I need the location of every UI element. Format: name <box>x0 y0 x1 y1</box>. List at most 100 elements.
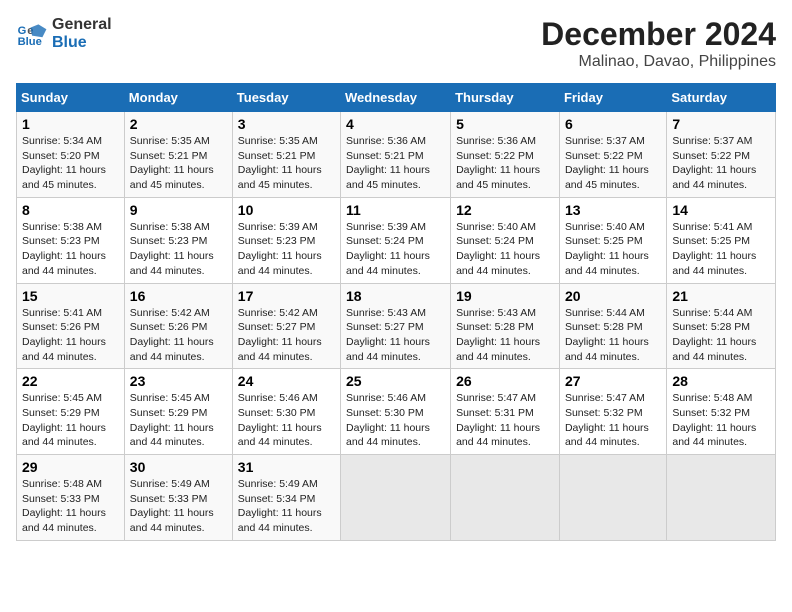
day-number: 19 <box>456 288 554 304</box>
day-info: Sunrise: 5:49 AMSunset: 5:34 PMDaylight:… <box>238 478 322 534</box>
calendar-day-cell: 13 Sunrise: 5:40 AMSunset: 5:25 PMDaylig… <box>559 197 666 283</box>
calendar-day-cell: 22 Sunrise: 5:45 AMSunset: 5:29 PMDaylig… <box>17 369 125 455</box>
day-info: Sunrise: 5:43 AMSunset: 5:27 PMDaylight:… <box>346 307 430 363</box>
calendar-day-cell: 7 Sunrise: 5:37 AMSunset: 5:22 PMDayligh… <box>667 112 776 198</box>
day-info: Sunrise: 5:45 AMSunset: 5:29 PMDaylight:… <box>130 392 214 448</box>
day-number: 21 <box>672 288 770 304</box>
day-info: Sunrise: 5:39 AMSunset: 5:24 PMDaylight:… <box>346 221 430 277</box>
calendar-day-cell: 3 Sunrise: 5:35 AMSunset: 5:21 PMDayligh… <box>232 112 340 198</box>
day-number: 27 <box>565 373 661 389</box>
column-header-tuesday: Tuesday <box>232 84 340 112</box>
day-info: Sunrise: 5:35 AMSunset: 5:21 PMDaylight:… <box>238 135 322 191</box>
day-info: Sunrise: 5:40 AMSunset: 5:25 PMDaylight:… <box>565 221 649 277</box>
location-title: Malinao, Davao, Philippines <box>541 53 776 71</box>
calendar-day-cell: 31 Sunrise: 5:49 AMSunset: 5:34 PMDaylig… <box>232 455 340 541</box>
empty-cell <box>451 455 560 541</box>
calendar-day-cell: 15 Sunrise: 5:41 AMSunset: 5:26 PMDaylig… <box>17 283 125 369</box>
day-number: 18 <box>346 288 445 304</box>
day-number: 7 <box>672 116 770 132</box>
day-info: Sunrise: 5:36 AMSunset: 5:22 PMDaylight:… <box>456 135 540 191</box>
calendar-day-cell: 4 Sunrise: 5:36 AMSunset: 5:21 PMDayligh… <box>341 112 451 198</box>
day-number: 8 <box>22 202 119 218</box>
calendar-table: SundayMondayTuesdayWednesdayThursdayFrid… <box>16 83 776 541</box>
calendar-day-cell: 2 Sunrise: 5:35 AMSunset: 5:21 PMDayligh… <box>124 112 232 198</box>
calendar-day-cell: 18 Sunrise: 5:43 AMSunset: 5:27 PMDaylig… <box>341 283 451 369</box>
day-info: Sunrise: 5:42 AMSunset: 5:26 PMDaylight:… <box>130 307 214 363</box>
day-number: 9 <box>130 202 227 218</box>
day-number: 23 <box>130 373 227 389</box>
calendar-day-cell: 16 Sunrise: 5:42 AMSunset: 5:26 PMDaylig… <box>124 283 232 369</box>
day-number: 29 <box>22 459 119 475</box>
day-number: 12 <box>456 202 554 218</box>
day-number: 30 <box>130 459 227 475</box>
day-info: Sunrise: 5:41 AMSunset: 5:26 PMDaylight:… <box>22 307 106 363</box>
day-number: 25 <box>346 373 445 389</box>
logo: G e Blue General Blue <box>16 16 112 52</box>
calendar-day-cell: 12 Sunrise: 5:40 AMSunset: 5:24 PMDaylig… <box>451 197 560 283</box>
day-info: Sunrise: 5:39 AMSunset: 5:23 PMDaylight:… <box>238 221 322 277</box>
svg-text:Blue: Blue <box>18 36 42 48</box>
day-number: 11 <box>346 202 445 218</box>
day-info: Sunrise: 5:44 AMSunset: 5:28 PMDaylight:… <box>565 307 649 363</box>
calendar-week-row: 15 Sunrise: 5:41 AMSunset: 5:26 PMDaylig… <box>17 283 776 369</box>
day-info: Sunrise: 5:43 AMSunset: 5:28 PMDaylight:… <box>456 307 540 363</box>
calendar-day-cell: 23 Sunrise: 5:45 AMSunset: 5:29 PMDaylig… <box>124 369 232 455</box>
calendar-week-row: 29 Sunrise: 5:48 AMSunset: 5:33 PMDaylig… <box>17 455 776 541</box>
day-info: Sunrise: 5:38 AMSunset: 5:23 PMDaylight:… <box>130 221 214 277</box>
logo-text-blue: Blue <box>52 34 112 52</box>
day-info: Sunrise: 5:37 AMSunset: 5:22 PMDaylight:… <box>565 135 649 191</box>
logo-text-general: General <box>52 16 112 34</box>
svg-text:G: G <box>18 25 27 37</box>
day-number: 16 <box>130 288 227 304</box>
calendar-day-cell: 27 Sunrise: 5:47 AMSunset: 5:32 PMDaylig… <box>559 369 666 455</box>
calendar-day-cell: 8 Sunrise: 5:38 AMSunset: 5:23 PMDayligh… <box>17 197 125 283</box>
day-number: 13 <box>565 202 661 218</box>
day-number: 15 <box>22 288 119 304</box>
calendar-day-cell: 26 Sunrise: 5:47 AMSunset: 5:31 PMDaylig… <box>451 369 560 455</box>
day-info: Sunrise: 5:37 AMSunset: 5:22 PMDaylight:… <box>672 135 756 191</box>
calendar-day-cell: 11 Sunrise: 5:39 AMSunset: 5:24 PMDaylig… <box>341 197 451 283</box>
calendar-day-cell: 5 Sunrise: 5:36 AMSunset: 5:22 PMDayligh… <box>451 112 560 198</box>
calendar-day-cell: 20 Sunrise: 5:44 AMSunset: 5:28 PMDaylig… <box>559 283 666 369</box>
day-number: 31 <box>238 459 335 475</box>
calendar-day-cell: 25 Sunrise: 5:46 AMSunset: 5:30 PMDaylig… <box>341 369 451 455</box>
calendar-header-row: SundayMondayTuesdayWednesdayThursdayFrid… <box>17 84 776 112</box>
day-number: 10 <box>238 202 335 218</box>
calendar-day-cell: 28 Sunrise: 5:48 AMSunset: 5:32 PMDaylig… <box>667 369 776 455</box>
page-header: G e Blue General Blue December 2024 Mali… <box>16 16 776 71</box>
calendar-day-cell: 19 Sunrise: 5:43 AMSunset: 5:28 PMDaylig… <box>451 283 560 369</box>
day-info: Sunrise: 5:38 AMSunset: 5:23 PMDaylight:… <box>22 221 106 277</box>
column-header-saturday: Saturday <box>667 84 776 112</box>
calendar-week-row: 8 Sunrise: 5:38 AMSunset: 5:23 PMDayligh… <box>17 197 776 283</box>
day-info: Sunrise: 5:47 AMSunset: 5:32 PMDaylight:… <box>565 392 649 448</box>
day-info: Sunrise: 5:34 AMSunset: 5:20 PMDaylight:… <box>22 135 106 191</box>
day-number: 22 <box>22 373 119 389</box>
column-header-sunday: Sunday <box>17 84 125 112</box>
calendar-body: 1 Sunrise: 5:34 AMSunset: 5:20 PMDayligh… <box>17 112 776 541</box>
calendar-day-cell: 17 Sunrise: 5:42 AMSunset: 5:27 PMDaylig… <box>232 283 340 369</box>
day-info: Sunrise: 5:45 AMSunset: 5:29 PMDaylight:… <box>22 392 106 448</box>
empty-cell <box>341 455 451 541</box>
day-number: 3 <box>238 116 335 132</box>
day-info: Sunrise: 5:36 AMSunset: 5:21 PMDaylight:… <box>346 135 430 191</box>
logo-icon: G e Blue <box>16 18 48 50</box>
calendar-day-cell: 30 Sunrise: 5:49 AMSunset: 5:33 PMDaylig… <box>124 455 232 541</box>
day-info: Sunrise: 5:49 AMSunset: 5:33 PMDaylight:… <box>130 478 214 534</box>
day-number: 6 <box>565 116 661 132</box>
day-info: Sunrise: 5:35 AMSunset: 5:21 PMDaylight:… <box>130 135 214 191</box>
calendar-week-row: 22 Sunrise: 5:45 AMSunset: 5:29 PMDaylig… <box>17 369 776 455</box>
day-number: 17 <box>238 288 335 304</box>
day-info: Sunrise: 5:44 AMSunset: 5:28 PMDaylight:… <box>672 307 756 363</box>
calendar-day-cell: 1 Sunrise: 5:34 AMSunset: 5:20 PMDayligh… <box>17 112 125 198</box>
calendar-day-cell: 24 Sunrise: 5:46 AMSunset: 5:30 PMDaylig… <box>232 369 340 455</box>
column-header-thursday: Thursday <box>451 84 560 112</box>
day-info: Sunrise: 5:48 AMSunset: 5:32 PMDaylight:… <box>672 392 756 448</box>
empty-cell <box>559 455 666 541</box>
day-info: Sunrise: 5:46 AMSunset: 5:30 PMDaylight:… <box>238 392 322 448</box>
day-number: 20 <box>565 288 661 304</box>
column-header-friday: Friday <box>559 84 666 112</box>
day-info: Sunrise: 5:47 AMSunset: 5:31 PMDaylight:… <box>456 392 540 448</box>
day-number: 28 <box>672 373 770 389</box>
month-title: December 2024 <box>541 16 776 53</box>
day-number: 5 <box>456 116 554 132</box>
